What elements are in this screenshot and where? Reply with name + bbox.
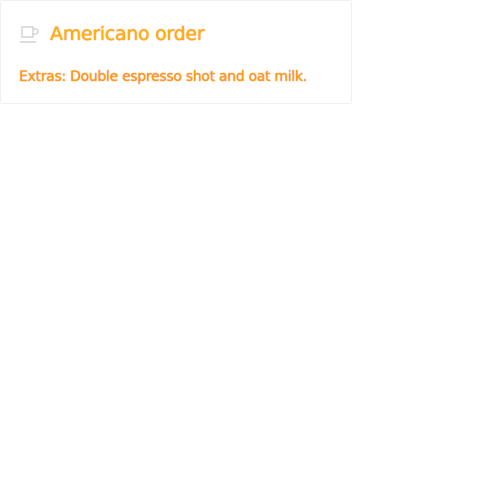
- order-card-header: Americano order: [19, 21, 205, 47]
- coffee-cup-icon: [19, 23, 41, 45]
- order-extras-text: Extras: Double espresso shot and oat mil…: [19, 69, 307, 85]
- order-card: Americano order Extras: Double espresso …: [0, 0, 352, 104]
- order-title: Americano order: [50, 23, 205, 45]
